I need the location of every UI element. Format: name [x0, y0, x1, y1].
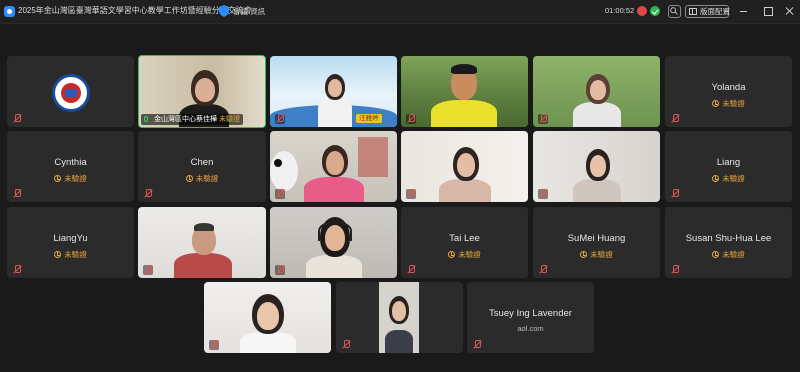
- muted-mic-icon: [275, 114, 285, 124]
- participant-tile[interactable]: Cynthia 未驗證: [7, 131, 134, 202]
- participant-video-tile[interactable]: [270, 207, 397, 278]
- minimize-button[interactable]: [736, 4, 752, 18]
- video-feed: [533, 56, 660, 127]
- zoom-icon[interactable]: [668, 5, 681, 18]
- muted-mic-icon: [670, 189, 680, 199]
- layout-button[interactable]: 版面配置: [685, 5, 730, 18]
- participant-tile[interactable]: Tai Lee 未驗證: [401, 207, 528, 278]
- participant-tile[interactable]: [7, 56, 134, 127]
- participant-name: SuMei Huang: [567, 233, 626, 244]
- participant-name: LiangYu: [53, 233, 88, 244]
- muted-mic-icon: [275, 189, 285, 199]
- clock-icon: [712, 251, 720, 258]
- verification-status: 未驗證: [665, 249, 792, 260]
- participant-video-tile[interactable]: [336, 282, 463, 353]
- clock-icon: [54, 175, 62, 182]
- clock-icon: [712, 175, 720, 182]
- app-logo-icon: [4, 6, 15, 17]
- meeting-title: 2025年金山灣區臺灣華語文學習中心教學工作坊暨經驗分享交流會: [18, 6, 252, 15]
- video-feed: [533, 131, 660, 202]
- video-feed: [379, 282, 419, 353]
- video-feed: [204, 282, 331, 353]
- maximize-button[interactable]: [760, 4, 776, 18]
- participant-tile[interactable]: Liang 未驗證: [665, 131, 792, 202]
- muted-mic-icon: [209, 340, 219, 350]
- participant-video-tile[interactable]: [533, 56, 660, 127]
- participant-video-tile[interactable]: [401, 131, 528, 202]
- muted-mic-icon: [275, 265, 285, 275]
- video-feed: [138, 207, 266, 278]
- participant-name: Chen: [190, 157, 214, 168]
- muted-mic-icon: [406, 189, 416, 199]
- muted-mic-icon: [538, 265, 548, 275]
- name-banner: 汪雅婷: [356, 114, 382, 123]
- muted-mic-icon: [670, 265, 680, 275]
- participant-email-domain: aol.com: [517, 324, 544, 333]
- muted-mic-icon: [12, 189, 22, 199]
- muted-mic-icon: [406, 114, 416, 124]
- mic-icon: [144, 116, 148, 122]
- participant-video-tile[interactable]: [270, 131, 397, 202]
- shield-icon[interactable]: [219, 5, 229, 17]
- participant-video-tile[interactable]: 汪雅婷: [270, 56, 397, 127]
- meeting-info-button[interactable]: 會議 資訊: [233, 6, 265, 17]
- participant-name: Susan Shu-Hua Lee: [685, 233, 772, 244]
- participant-tile[interactable]: Yolanda 未驗證: [665, 56, 792, 127]
- clock-icon: [580, 251, 588, 258]
- meeting-timer: 01:00:52: [605, 6, 635, 15]
- muted-mic-icon: [670, 114, 680, 124]
- muted-mic-icon: [472, 340, 482, 350]
- encryption-icon[interactable]: [650, 6, 660, 16]
- muted-mic-icon: [143, 189, 153, 199]
- muted-mic-icon: [538, 189, 548, 199]
- clock-icon: [185, 175, 193, 182]
- participant-video-tile[interactable]: [204, 282, 331, 353]
- verification-status: 未驗證: [7, 249, 134, 260]
- participant-name: Yolanda: [711, 82, 746, 93]
- video-feed: [270, 131, 397, 202]
- participant-name-tag: 金山灣區中心蔡佳樺 未驗證: [141, 114, 243, 125]
- verification-status: 未驗證: [665, 173, 792, 184]
- close-button[interactable]: [782, 4, 798, 18]
- video-feed: [401, 131, 528, 202]
- muted-mic-icon: [538, 114, 548, 124]
- participant-video-tile[interactable]: [138, 207, 266, 278]
- muted-mic-icon: [341, 340, 351, 350]
- participant-video-tile[interactable]: [401, 56, 528, 127]
- participant-tile[interactable]: Chen 未驗證: [138, 131, 266, 202]
- record-icon[interactable]: [637, 6, 647, 16]
- video-feed: [401, 56, 528, 127]
- muted-mic-icon: [12, 114, 22, 124]
- participant-video-tile[interactable]: 金山灣區中心蔡佳樺 未驗證: [138, 55, 266, 128]
- participant-tile[interactable]: Tsuey Ing Lavender aol.com: [467, 282, 594, 353]
- participant-name: Cynthia: [54, 157, 87, 168]
- participant-tile[interactable]: SuMei Huang 未驗證: [533, 207, 660, 278]
- participant-name: Liang: [716, 157, 741, 168]
- organization-logo: [52, 74, 90, 112]
- muted-mic-icon: [12, 265, 22, 275]
- grid-icon: [689, 8, 697, 15]
- verification-status: 未驗證: [401, 249, 528, 260]
- video-feed: 汪雅婷: [270, 56, 397, 127]
- participant-name: Tsuey Ing Lavender: [489, 308, 572, 319]
- video-feed: [270, 207, 397, 278]
- verification-status: 未驗證: [533, 249, 660, 260]
- muted-mic-icon: [143, 265, 153, 275]
- participant-name: Tai Lee: [449, 233, 480, 244]
- title-bar: 2025年金山灣區臺灣華語文學習中心教學工作坊暨經驗分享交流會 會議 資訊 01…: [0, 0, 800, 24]
- verification-status: 未驗證: [665, 98, 792, 109]
- verification-status: 未驗證: [7, 173, 134, 184]
- participant-video-tile[interactable]: [533, 131, 660, 202]
- clock-icon: [54, 251, 62, 258]
- clock-icon: [448, 251, 456, 258]
- layout-button-label: 版面配置: [700, 7, 730, 16]
- participant-tile[interactable]: Susan Shu-Hua Lee 未驗證: [665, 207, 792, 278]
- muted-mic-icon: [406, 265, 416, 275]
- verification-status: 未驗證: [138, 173, 266, 184]
- clock-icon: [712, 100, 720, 107]
- participant-tile[interactable]: LiangYu 未驗證: [7, 207, 134, 278]
